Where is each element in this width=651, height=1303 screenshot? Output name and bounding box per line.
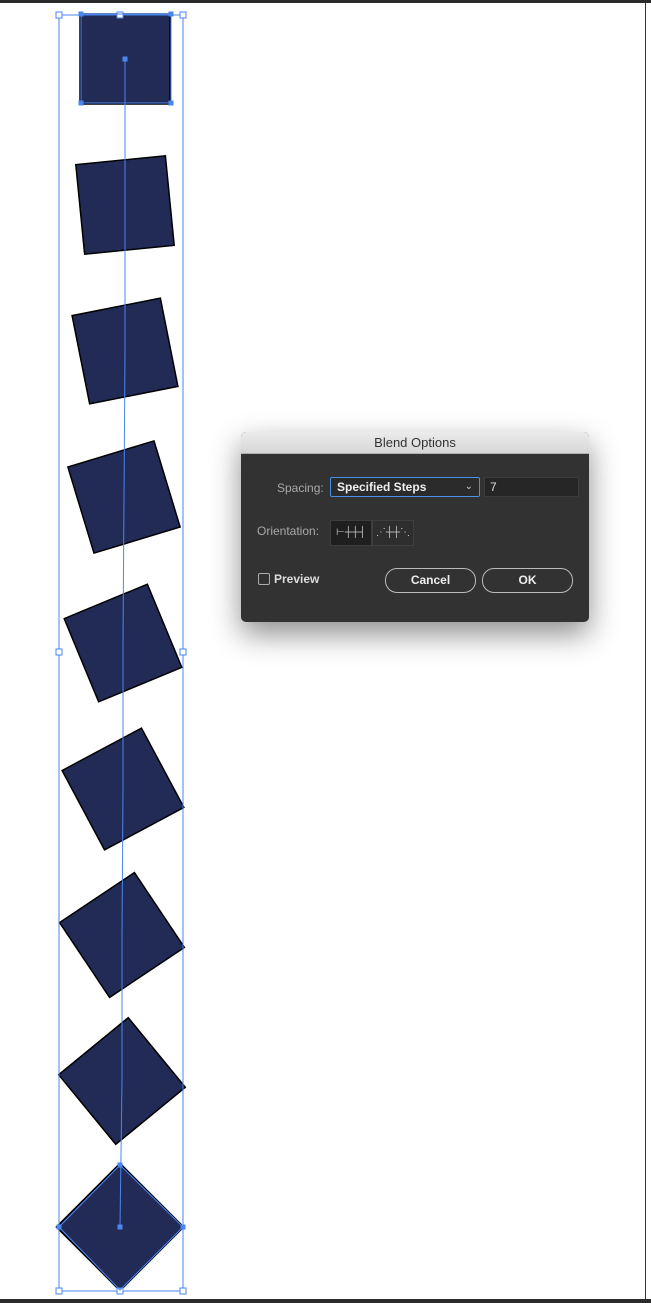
blend-artwork[interactable] [0, 0, 651, 1303]
align-to-page-button[interactable]: ⊢┼┼┤ [330, 520, 372, 546]
bounding-box-handle [179, 1287, 187, 1295]
bounding-box-handle [179, 648, 187, 656]
spacing-value: Specified Steps [337, 480, 427, 494]
bounding-box-handle [116, 11, 124, 19]
steps-input[interactable]: 7 [484, 477, 579, 497]
preview-label[interactable]: Preview [274, 572, 319, 586]
align-to-path-button[interactable]: ⋰┼┼⋱ [372, 520, 414, 546]
chevron-down-icon: ⌄ [464, 481, 473, 492]
bounding-box-handle [55, 11, 63, 19]
bottom-bar [0, 1299, 651, 1303]
blend-options-dialog: Blend Options Spacing: Specified Steps ⌄ … [241, 432, 589, 622]
bounding-box-handle [179, 11, 187, 19]
preview-checkbox[interactable] [258, 573, 270, 585]
anchor-point [122, 56, 128, 62]
dialog-title: Blend Options [241, 432, 589, 454]
align-to-page-icon: ⊢┼┼┤ [336, 527, 366, 538]
ok-button[interactable]: OK [482, 568, 573, 593]
anchor-point [117, 1224, 123, 1230]
orientation-label: Orientation: [257, 524, 320, 538]
bounding-box-handle [116, 1287, 124, 1295]
align-to-path-icon: ⋰┼┼⋱ [375, 527, 411, 538]
bounding-box-handle [55, 1287, 63, 1295]
spacing-label: Spacing: [277, 481, 324, 495]
bounding-box-handle [55, 648, 63, 656]
cancel-button[interactable]: Cancel [385, 568, 476, 593]
spacing-dropdown[interactable]: Specified Steps ⌄ [330, 477, 480, 497]
